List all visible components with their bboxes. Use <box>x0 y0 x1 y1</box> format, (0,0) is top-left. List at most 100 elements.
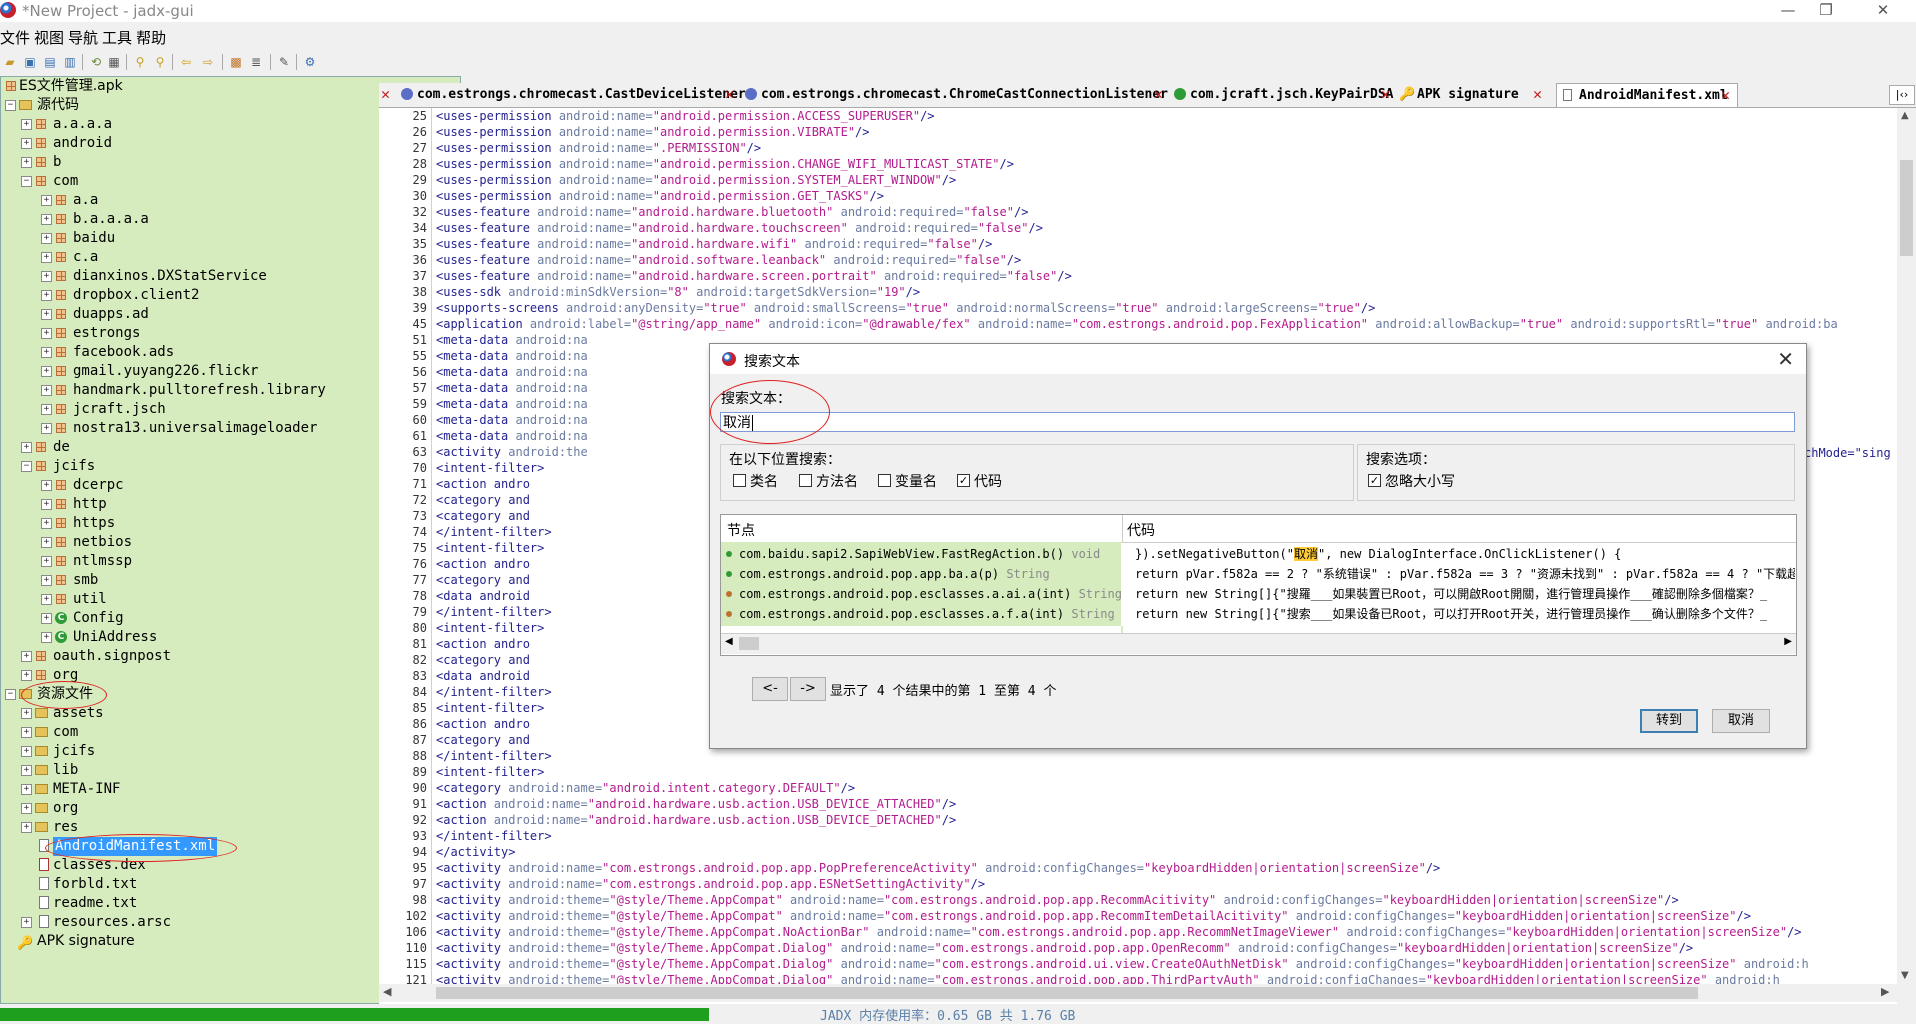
save-icon[interactable]: ▣ <box>22 54 38 70</box>
line-number: 71 <box>412 477 427 491</box>
save-all-icon[interactable]: ▤ <box>42 54 58 70</box>
code-line: </intent-filter> <box>436 749 552 763</box>
checkbox-method-name[interactable] <box>799 474 812 487</box>
prefs-icon[interactable]: ✎ <box>276 54 292 70</box>
tab-android-manifest[interactable]: AndroidManifest.xml ✕ <box>1556 83 1738 107</box>
line-number: 84 <box>412 685 427 699</box>
checkbox-class-name[interactable] <box>733 474 746 487</box>
cancel-button[interactable]: 取消 <box>1712 709 1770 733</box>
code-line: <activity android:theme="@style/Theme.Ap… <box>436 957 1809 971</box>
results-horizontal-scrollbar[interactable]: ◀ ▶ <box>721 633 1796 654</box>
prev-page-button[interactable]: <- <box>752 677 788 701</box>
app-icon <box>722 352 736 366</box>
line-number: 90 <box>412 781 427 795</box>
tab-overflow-button[interactable]: |‹› <box>1889 85 1915 105</box>
tab-chromecast-connection-listener[interactable]: ✕ com.estrongs.chromecast.ChromeCastConn… <box>723 83 1168 106</box>
deobf-icon[interactable]: ▩ <box>228 54 244 70</box>
line-number: 106 <box>405 925 427 939</box>
search-results-table[interactable]: 节点 代码 com.baidu.sapi2.SapiWebView.FastRe… <box>720 514 1797 656</box>
close-tab-icon[interactable]: ✕ <box>381 83 390 106</box>
forward-icon[interactable]: ⇨ <box>200 54 216 70</box>
search-input[interactable]: 取消 <box>720 412 1795 432</box>
dialog-close-button[interactable]: ✕ <box>1777 347 1794 371</box>
line-number: 79 <box>412 605 427 619</box>
code-line: <meta-data android:na <box>436 333 588 347</box>
code-line: </activity> <box>436 845 516 859</box>
tab-cast-device-listener[interactable]: ✕ com.estrongs.chromecast.CastDeviceList… <box>379 83 746 106</box>
code-line: <uses-permission android:name="android.p… <box>436 125 870 139</box>
close-tab-icon[interactable]: ✕ <box>1381 83 1390 106</box>
goto-button[interactable]: 转到 <box>1640 709 1698 733</box>
line-number: 25 <box>412 109 427 123</box>
code-line: <intent-filter> <box>436 621 545 635</box>
annotation-circle <box>710 380 830 444</box>
menu-tools[interactable]: 工具 <box>102 24 136 48</box>
line-number: 81 <box>412 637 427 651</box>
checkbox-variable-name[interactable] <box>878 474 891 487</box>
close-tab-icon[interactable]: ✕ <box>1533 83 1542 106</box>
code-line: <meta-data android:na <box>436 381 588 395</box>
log-icon[interactable]: ≣ <box>248 54 264 70</box>
editor-vertical-scrollbar[interactable]: ▲ ▼ <box>1897 108 1916 988</box>
line-number: 55 <box>412 349 427 363</box>
code-line: <supports-screens android:anyDensity="tr… <box>436 301 1376 315</box>
menu-file[interactable]: 文件 <box>0 24 34 48</box>
search-options-group: 搜索选项： ✓ 忽略大小写 <box>1357 444 1795 501</box>
search-scope-group: 在以下位置搜索： 类名 方法名 变量名 ✓ 代码 <box>720 444 1354 501</box>
code-line: <category and <box>436 733 530 747</box>
close-tab-icon[interactable]: ✕ <box>1721 84 1730 107</box>
open-icon[interactable]: ▰ <box>2 54 18 70</box>
line-number: 77 <box>412 573 427 587</box>
code-line: <intent-filter> <box>436 461 545 475</box>
checkbox-code[interactable]: ✓ <box>957 474 970 487</box>
close-button[interactable]: ✕ <box>1860 0 1906 22</box>
close-tab-icon[interactable]: ✕ <box>725 83 734 106</box>
editor-tabs: ✕ com.estrongs.chromecast.CastDeviceList… <box>379 83 1916 108</box>
editor-horizontal-scrollbar[interactable]: ◀ ▶ <box>379 984 1897 1002</box>
code-line: <uses-permission android:name="android.p… <box>436 189 884 203</box>
code-line: <data android <box>436 589 530 603</box>
annotation-circle <box>21 681 107 709</box>
search-text-icon[interactable]: ⚲ <box>132 54 148 70</box>
line-number: 93 <box>412 829 427 843</box>
sync-icon[interactable]: ⟲ <box>88 54 104 70</box>
code-line: <uses-permission android:name="android.p… <box>436 157 1014 171</box>
line-number: 82 <box>412 653 427 667</box>
result-row[interactable]: com.estrongs.android.pop.esclasses.a.f.a… <box>721 602 1121 626</box>
tab-close-extra[interactable]: ✕ <box>1529 83 1555 106</box>
code-line: <activity android:theme="@style/Theme.Ap… <box>436 893 1679 907</box>
settings-icon[interactable]: ⚙ <box>302 54 318 70</box>
code-line: <category and <box>436 493 530 507</box>
menu-view[interactable]: 视图 <box>34 24 68 48</box>
menu-help[interactable]: 帮助 <box>136 24 170 48</box>
dialog-title: 搜索文本 <box>744 354 800 370</box>
export-icon[interactable]: ▥ <box>62 54 78 70</box>
line-number: 38 <box>412 285 427 299</box>
code-line: <action android:name="android.hardware.u… <box>436 797 957 811</box>
close-tab-icon[interactable]: ✕ <box>1154 83 1163 106</box>
menu-navigate[interactable]: 导航 <box>68 24 102 48</box>
code-line: <uses-feature android:name="android.hard… <box>436 237 993 251</box>
memory-usage-bar <box>0 1008 709 1021</box>
line-number: 87 <box>412 733 427 747</box>
code-line: </intent-filter> <box>436 525 552 539</box>
code-line: <activity android:theme="@style/Theme.Ap… <box>436 909 1751 923</box>
line-number: 60 <box>412 413 427 427</box>
flatten-icon[interactable]: ▦ <box>106 54 122 70</box>
line-number: 75 <box>412 541 427 555</box>
search-class-icon[interactable]: ⚲ <box>152 54 168 70</box>
back-icon[interactable]: ⇦ <box>178 54 194 70</box>
code-line: <activity android:name="com.estrongs.and… <box>436 877 986 891</box>
line-number: 80 <box>412 621 427 635</box>
next-page-button[interactable]: -> <box>790 677 826 701</box>
tab-keypairdsa[interactable]: ✕ com.jcraft.jsch.KeyPairDSA <box>1152 83 1394 106</box>
line-number: 94 <box>412 845 427 859</box>
result-code[interactable]: return new String[]{"搜索___如果设备已Root，可以打开… <box>1123 602 1795 626</box>
restore-button[interactable]: ❐ <box>1803 0 1849 22</box>
checkbox-ignore-case[interactable]: ✓ <box>1368 474 1381 487</box>
code-line: </intent-filter> <box>436 605 552 619</box>
line-number: 59 <box>412 397 427 411</box>
interface-icon <box>745 88 757 100</box>
code-line: <activity android:theme="@style/Theme.Ap… <box>436 941 1694 955</box>
code-line: <uses-feature android:name="android.hard… <box>436 205 1029 219</box>
